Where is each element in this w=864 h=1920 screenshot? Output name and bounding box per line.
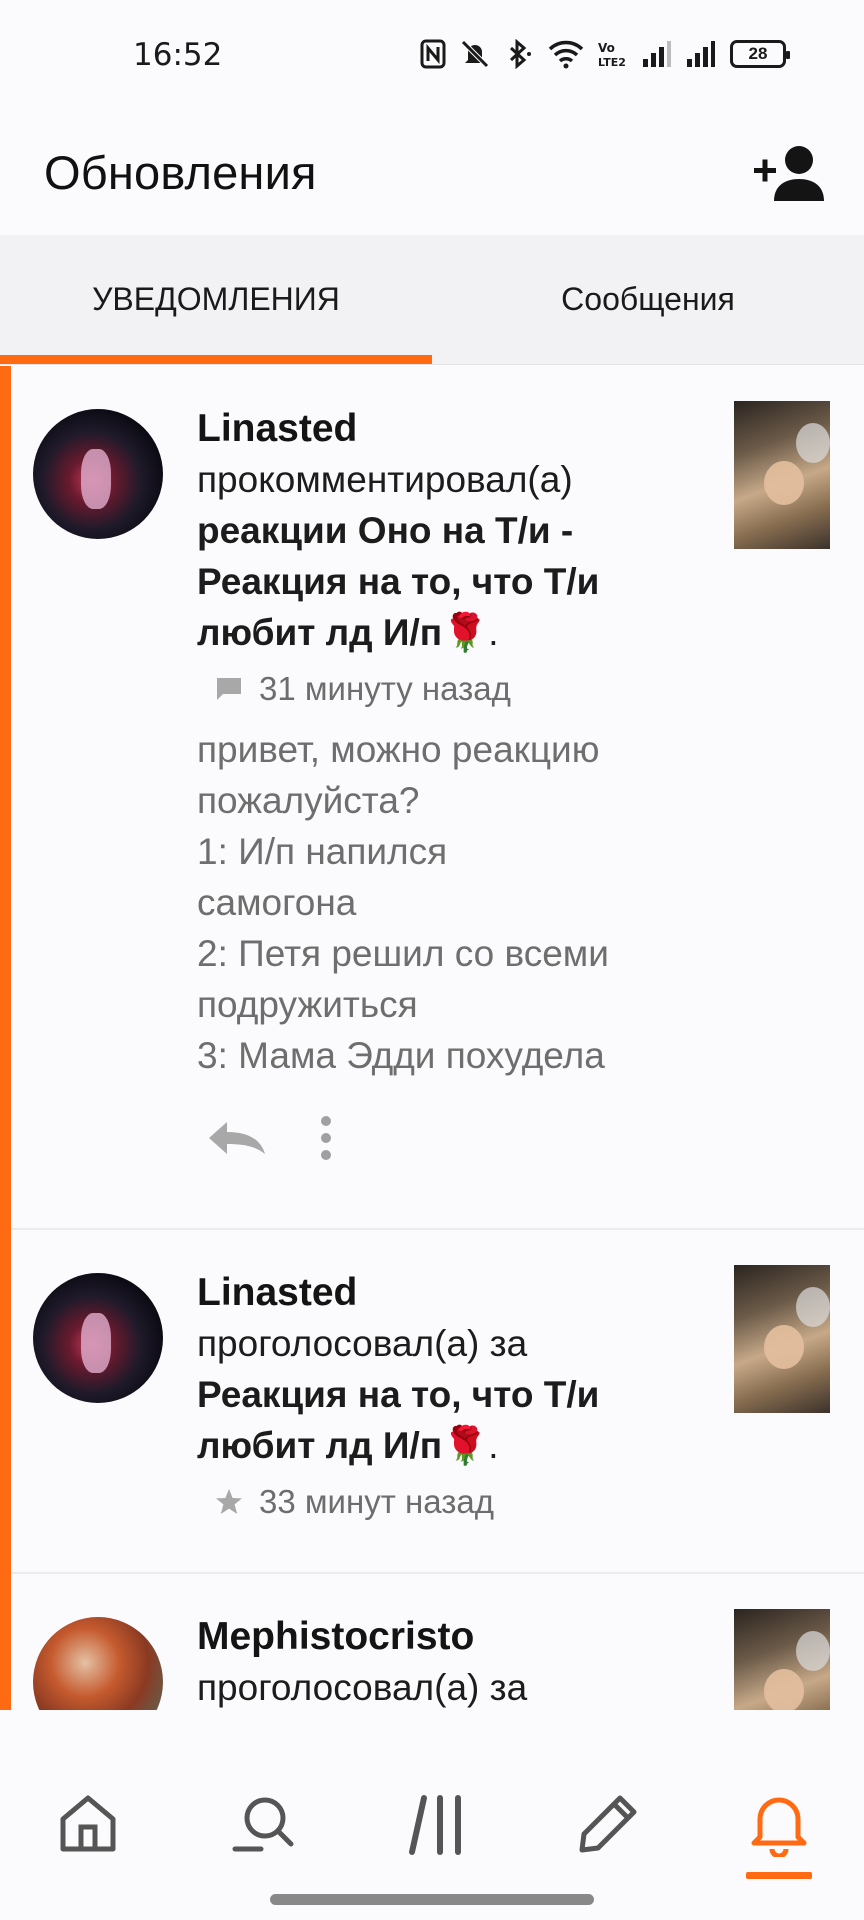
signal-icon — [686, 38, 716, 70]
nav-search[interactable] — [222, 1784, 302, 1864]
comment-line: привет, можно реакцию — [197, 729, 600, 770]
svg-text:LTE2: LTE2 — [598, 56, 626, 69]
notification-body: Linasted проголосовал(а) за Реакция на т… — [197, 1268, 727, 1521]
tab-label: УВЕДОМЛЕНИЯ — [92, 281, 340, 317]
app-header: Обновления — [0, 110, 864, 235]
bell-icon — [751, 1797, 807, 1857]
notification-item[interactable]: Linasted проголосовал(а) за Реакция на т… — [11, 1230, 864, 1574]
notification-target[interactable]: реакции Оно на Т/и - — [197, 505, 727, 556]
comment-line: подружиться — [197, 984, 418, 1025]
nav-write[interactable] — [568, 1784, 648, 1864]
notification-action: проголосовал(а) за — [197, 1323, 528, 1364]
page-title: Обновления — [44, 146, 317, 199]
notification-actions — [197, 1115, 727, 1161]
tab-messages[interactable]: Сообщения — [432, 235, 864, 364]
avatar[interactable] — [33, 409, 163, 539]
notification-username[interactable]: Mephistocristo — [197, 1612, 727, 1662]
comment-line: 3: Мама Эдди похудела — [197, 1035, 605, 1076]
tab-notifications[interactable]: УВЕДОМЛЕНИЯ — [0, 235, 432, 364]
status-icons: Vo LTE2 28 — [420, 38, 790, 70]
unread-accent-bar — [0, 366, 11, 1710]
notification-body: Linasted прокомментировал(а) реакции Оно… — [197, 404, 727, 1161]
notification-action: проголосовал(а) за — [197, 1667, 528, 1708]
avatar[interactable] — [33, 1617, 163, 1710]
library-icon — [409, 1795, 461, 1855]
notification-target[interactable]: Реакция на то, что Т/и — [197, 556, 727, 607]
comment-line: самогона — [197, 882, 357, 923]
status-bar: 16:52 Vo LTE2 28 — [0, 0, 864, 110]
more-options-button[interactable] — [319, 1115, 333, 1161]
add-user-icon — [754, 145, 824, 201]
reply-icon — [209, 1122, 265, 1154]
notification-list[interactable]: Linasted прокомментировал(а) реакции Оно… — [0, 366, 864, 1710]
notification-username[interactable]: Linasted — [197, 404, 727, 454]
notification-time: 31 минуту назад — [259, 670, 511, 707]
notification-time: 33 минут назад — [259, 1483, 494, 1520]
target-suffix: . — [488, 1425, 499, 1466]
pencil-icon — [579, 1795, 637, 1853]
avatar[interactable] — [33, 1273, 163, 1403]
story-cover-thumbnail[interactable] — [734, 401, 830, 549]
notification-username[interactable]: Linasted — [197, 1268, 727, 1318]
comment-line: 2: Петя решил со всеми — [197, 933, 609, 974]
bottom-navigation — [0, 1712, 864, 1920]
comment-line: пожалуйста? — [197, 780, 420, 821]
story-cover-thumbnail[interactable] — [734, 1265, 830, 1413]
nav-library[interactable] — [396, 1784, 476, 1864]
mute-icon — [460, 38, 490, 70]
home-icon — [60, 1795, 116, 1852]
target-suffix: . — [488, 612, 499, 653]
wifi-icon — [548, 38, 584, 70]
comment-icon — [217, 678, 241, 700]
notification-meta: 31 минуту назад — [197, 670, 727, 708]
svg-text:Vo: Vo — [598, 41, 615, 55]
battery-icon: 28 — [730, 40, 790, 68]
nav-notifications[interactable] — [739, 1784, 819, 1864]
comment-line: 1: И/п напился — [197, 831, 448, 872]
reply-button[interactable] — [205, 1118, 269, 1158]
notification-target[interactable]: любит лд И/п🌹 — [197, 1425, 488, 1466]
notification-target[interactable]: Реакция на то, что Т/и — [197, 1369, 727, 1420]
more-vert-icon — [321, 1116, 331, 1160]
tabs: УВЕДОМЛЕНИЯ Сообщения — [0, 235, 864, 365]
bluetooth-icon — [504, 38, 534, 70]
star-icon — [216, 1489, 242, 1514]
notification-item[interactable]: Linasted прокомментировал(а) реакции Оно… — [11, 366, 864, 1230]
nav-home[interactable] — [48, 1784, 128, 1864]
story-cover-thumbnail[interactable] — [734, 1609, 830, 1710]
active-nav-indicator — [746, 1872, 812, 1879]
notification-action: прокомментировал(а) — [197, 459, 573, 500]
notification-target[interactable]: любит лд И/п🌹 — [197, 612, 488, 653]
add-user-button[interactable] — [750, 138, 830, 208]
status-time: 16:52 — [133, 37, 223, 73]
home-indicator[interactable] — [270, 1894, 594, 1905]
notification-body: Mephistocristo проголосовал(а) за — [197, 1612, 727, 1710]
signal-icon — [642, 38, 672, 70]
notification-meta: 33 минут назад — [197, 1483, 727, 1521]
nfc-icon — [420, 38, 446, 70]
tab-label: Сообщения — [561, 281, 735, 317]
notification-item[interactable]: Mephistocristo проголосовал(а) за — [11, 1574, 864, 1710]
volte-icon: Vo LTE2 — [598, 38, 628, 70]
search-icon — [232, 1797, 294, 1852]
comment-text: привет, можно реакцию пожалуйста? 1: И/п… — [197, 724, 727, 1081]
